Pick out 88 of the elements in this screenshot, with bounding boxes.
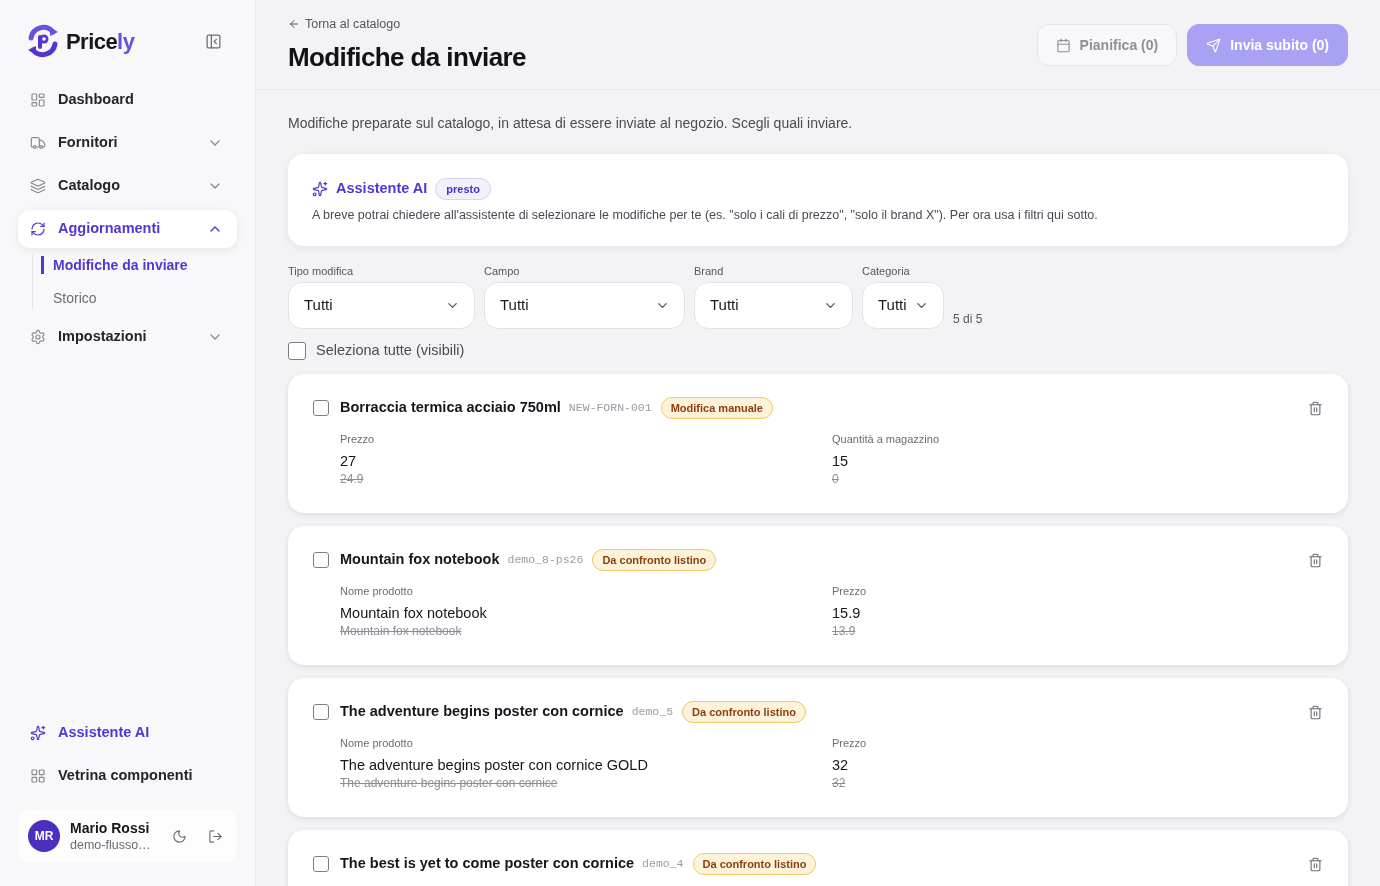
filter-select[interactable]: Tutti <box>288 282 475 329</box>
logo-wordmark: Pricely <box>66 27 135 56</box>
old-value: The adventure begins poster con cornice <box>340 775 558 791</box>
checkbox[interactable] <box>313 856 329 872</box>
trash-icon <box>1307 856 1323 872</box>
sidebar-item[interactable]: Vetrina componenti <box>18 757 237 795</box>
delete-button[interactable] <box>1306 551 1324 569</box>
sidebar-item[interactable]: Dashboard <box>18 81 237 119</box>
new-value: The adventure begins poster con cornice GOLD <box>340 756 648 775</box>
filter-select[interactable]: Tutti <box>862 282 944 329</box>
source-tag: Da confronto listino <box>692 853 817 875</box>
calendar-icon <box>1055 37 1071 53</box>
checkbox[interactable] <box>313 552 329 568</box>
product-title: Mountain fox notebook <box>340 550 500 570</box>
trash-icon <box>1307 400 1323 416</box>
layers-icon <box>30 178 46 194</box>
source-tag: Da confronto listino <box>592 549 717 571</box>
user-name: Mario Rossi <box>70 818 150 837</box>
filter-label: Tipo modifica <box>288 264 353 278</box>
filter-select[interactable]: Tutti <box>484 282 685 329</box>
sidebar-subitem[interactable]: Modifiche da inviare <box>41 256 188 274</box>
filter-label: Campo <box>484 264 520 278</box>
product-title: The adventure begins poster con cornice <box>340 702 624 722</box>
refresh-icon <box>30 221 46 237</box>
old-value: 24.9 <box>340 471 364 487</box>
field-label: Prezzo <box>832 584 867 598</box>
delete-button[interactable] <box>1306 855 1324 873</box>
field-label: Nome prodotto <box>340 584 413 598</box>
logout-icon <box>207 828 223 844</box>
page-description: Modifiche preparate sul catalogo, in attesa di essere inviate al negozio. Scegli quali inviare. <box>288 114 854 133</box>
collapse-sidebar-button[interactable] <box>203 31 223 51</box>
filter-label: Categoria <box>862 264 910 278</box>
old-value: Mountain fox notebook <box>340 623 462 639</box>
source-tag: Da confronto listino <box>682 701 806 723</box>
sidebar-item[interactable]: Impostazioni <box>18 318 237 356</box>
field-label: Quantità a magazzino <box>832 432 939 446</box>
user-subtitle: demo-flusso… <box>70 836 151 854</box>
status-badge: presto <box>435 178 491 200</box>
dashboard-icon <box>30 92 46 108</box>
ai-card-text: A breve potrai chiedere all'assistente di selezionare le modifiche per te (es. "solo i cali di prezzo", "solo il brand X"). Per ora usa i filtri qui sotto. <box>312 207 1099 224</box>
source-tag: Modifica manuale <box>660 397 773 419</box>
sparkles-icon <box>30 725 46 741</box>
product-title: Borraccia termica acciaio 750ml <box>340 398 561 418</box>
checkbox[interactable] <box>288 342 306 360</box>
settings-icon <box>30 329 46 345</box>
delete-button[interactable] <box>1306 703 1324 721</box>
moon-icon <box>171 828 187 844</box>
old-value: 0 <box>832 471 839 487</box>
old-value: 32 <box>832 775 846 791</box>
user-avatar: MR <box>28 820 60 852</box>
send-icon <box>1206 37 1222 53</box>
new-value: Mountain fox notebook <box>340 604 487 623</box>
delete-button[interactable] <box>1306 399 1324 417</box>
select-all-label: Seleziona tutte (visibili) <box>316 341 465 361</box>
sidebar-item[interactable]: Catalogo <box>18 167 237 205</box>
sidebar-item[interactable]: Assistente AI <box>18 714 237 752</box>
product-code: demo_8-ps26 <box>507 552 584 569</box>
result-count: 5 di 5 <box>953 311 983 327</box>
new-value: 27 <box>340 452 357 471</box>
page-title: Modifiche da inviare <box>288 41 526 73</box>
sidebar-subitem[interactable]: Storico <box>41 289 97 307</box>
product-title: The best is yet to come poster con cornice <box>340 854 635 874</box>
new-value: 15.9 <box>832 604 861 623</box>
arrow-left-icon <box>288 18 300 30</box>
product-code: NEW-FORN-001 <box>568 400 652 417</box>
sidebar-item[interactable]: Aggiornamenti <box>18 210 237 248</box>
new-value: 32 <box>832 756 849 775</box>
new-value: 15 <box>832 452 849 471</box>
checkbox[interactable] <box>313 400 329 416</box>
product-code: demo_5 <box>631 704 674 721</box>
trash-icon <box>1307 552 1323 568</box>
filter-select[interactable]: Tutti <box>694 282 853 329</box>
panel-collapse-icon <box>204 32 222 50</box>
field-label: Prezzo <box>832 736 867 750</box>
ai-card-title: Assistente AI <box>336 179 428 199</box>
checkbox[interactable] <box>313 704 329 720</box>
grid-icon <box>30 768 46 784</box>
product-code: demo_4 <box>642 856 684 873</box>
truck-icon <box>30 135 46 151</box>
back-link[interactable]: Torna al catalogo <box>288 16 401 32</box>
old-value: 13.9 <box>832 623 856 639</box>
field-label: Prezzo <box>340 432 375 446</box>
field-label: Nome prodotto <box>340 736 413 750</box>
filter-label: Brand <box>694 264 724 278</box>
logo-icon <box>26 24 60 58</box>
sparkles-icon <box>312 181 328 197</box>
sidebar-item[interactable]: Fornitori <box>18 124 237 162</box>
trash-icon <box>1307 704 1323 720</box>
